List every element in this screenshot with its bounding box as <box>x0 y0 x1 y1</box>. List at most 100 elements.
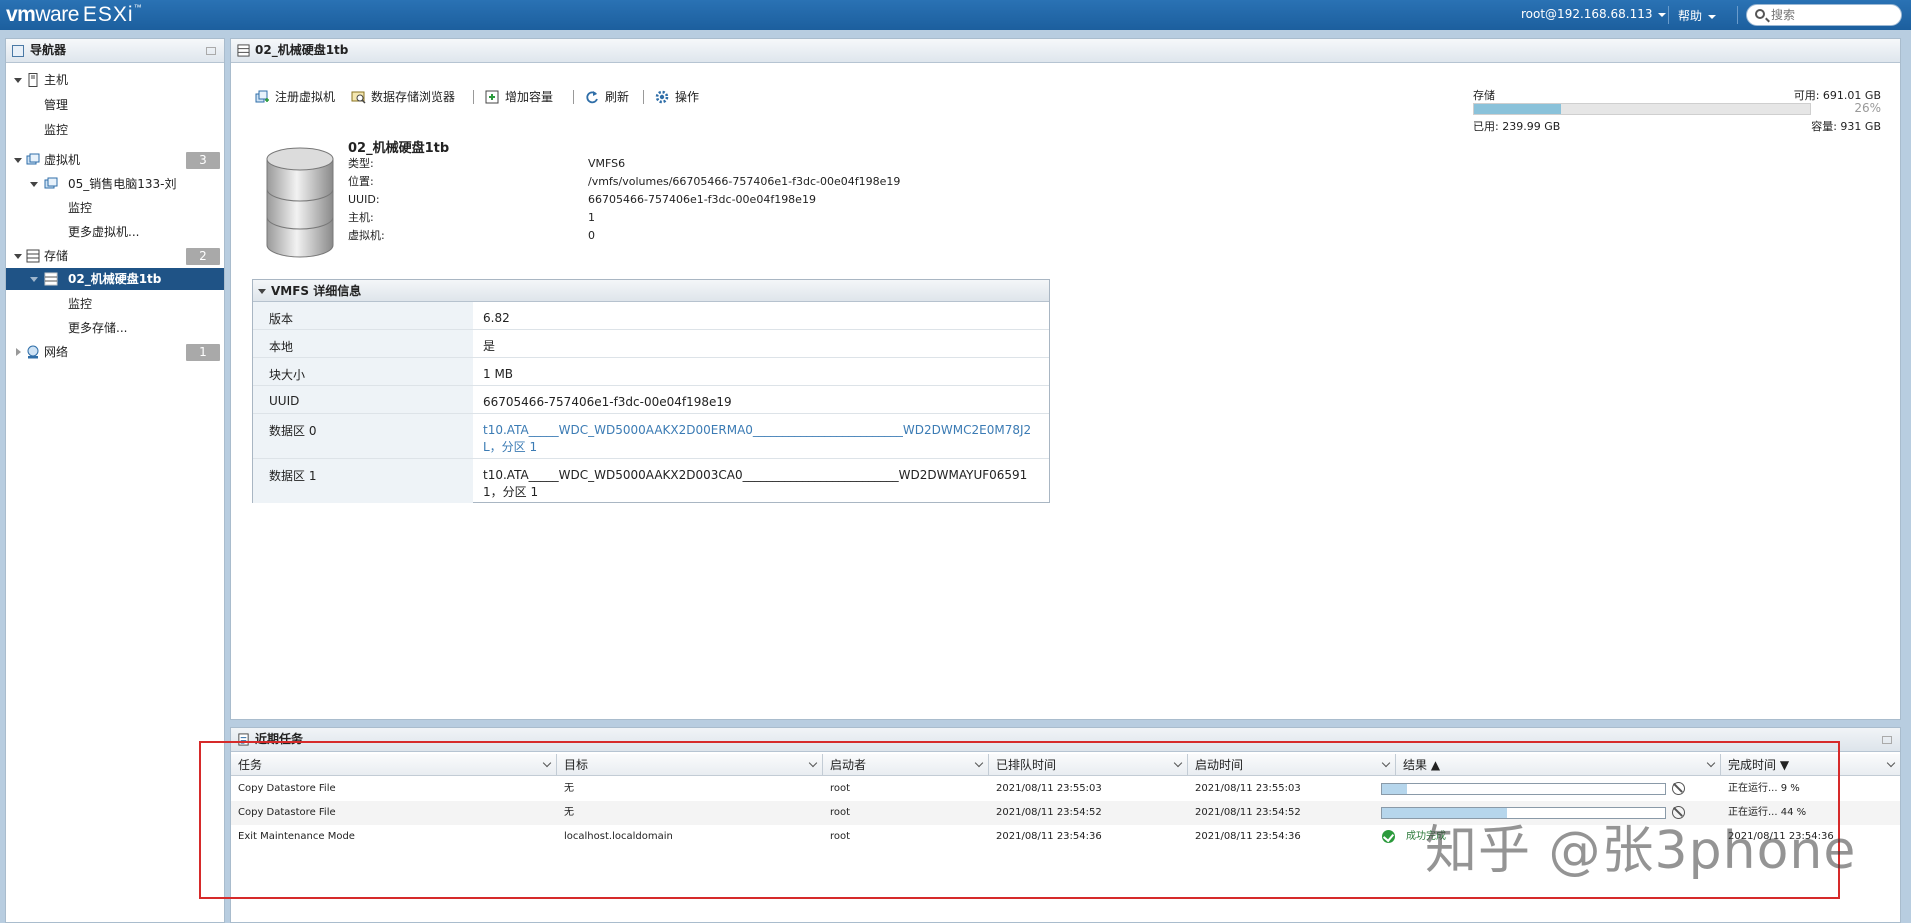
chevron-down-icon[interactable] <box>1173 758 1183 768</box>
col-completed[interactable]: 完成时间 ▼ <box>1721 754 1900 776</box>
vmfs-row-blocksize: 块大小 1 MB <box>253 358 1049 386</box>
col-queued[interactable]: 已排队时间 <box>989 754 1188 776</box>
datastore-name: 02_机械硬盘1tb <box>348 141 450 156</box>
increase-capacity-icon <box>485 90 499 104</box>
tree-storage[interactable]: 存储 2 <box>6 245 224 267</box>
tree-vm-item[interactable]: 05_销售电脑133-刘 <box>6 173 224 195</box>
vms-count-badge: 3 <box>186 152 220 169</box>
tree-storage-more[interactable]: 更多存储... <box>6 317 224 339</box>
vmfs-row-local: 本地是 <box>253 330 1049 358</box>
storage-percent: 26% <box>1854 101 1881 115</box>
uuid-value: 66705466-757406e1-f3dc-00e04f198e19 <box>588 193 816 206</box>
datastore-panel-header: 02_机械硬盘1tb <box>231 39 1900 63</box>
chevron-down-icon[interactable] <box>542 758 552 768</box>
storage-count-badge: 2 <box>186 248 220 265</box>
actions-button[interactable]: 操作 <box>655 87 699 107</box>
expand-icon[interactable] <box>16 348 21 356</box>
type-value: VMFS6 <box>588 157 626 170</box>
chevron-down-icon[interactable] <box>808 758 818 768</box>
collapse-icon[interactable] <box>30 277 38 282</box>
vmfs-row-extent1: 数据区 1 t10.ATA_____WDC_WD5000AAKX2D003CA0_… <box>253 459 1049 503</box>
minimize-icon[interactable] <box>206 47 216 55</box>
top-bar: vmware ESXi™ root@192.168.68.113 帮助 <box>0 0 1911 30</box>
collapse-icon[interactable] <box>258 289 266 294</box>
extent0-link[interactable]: t10.ATA_____WDC_WD5000AAKX2D00ERMA0_____… <box>483 414 1043 456</box>
task-progress-fill <box>1382 808 1507 818</box>
collapse-icon[interactable] <box>14 254 22 259</box>
cancel-icon[interactable] <box>1672 782 1685 795</box>
chevron-down-icon <box>1708 14 1717 19</box>
register-vm-icon <box>255 90 269 103</box>
col-started[interactable]: 启动时间 <box>1188 754 1396 776</box>
recent-tasks-title: 近期任务 <box>255 732 304 746</box>
chevron-down-icon[interactable] <box>1886 758 1896 768</box>
tree-datastore-monitor[interactable]: 监控 <box>6 293 224 315</box>
vmware-esxi-logo: vmware ESXi™ <box>6 3 142 26</box>
col-initiator[interactable]: 启动者 <box>823 754 989 776</box>
refresh-button[interactable]: 刷新 <box>585 87 629 107</box>
tree-host-manage[interactable]: 管理 <box>6 94 224 116</box>
hosts-label: 主机: <box>348 211 374 224</box>
hosts-value: 1 <box>588 211 595 224</box>
table-row[interactable]: Copy Datastore File 无 root 2021/08/11 23… <box>231 777 1900 801</box>
tasks-icon <box>238 733 249 746</box>
vmfs-details-header[interactable]: VMFS 详细信息 <box>253 280 1049 302</box>
col-target[interactable]: 目标 <box>557 754 823 776</box>
storage-bar-fill <box>1474 104 1562 114</box>
col-result[interactable]: 结果 ▲ <box>1396 754 1721 776</box>
vmfs-details: VMFS 详细信息 版本 6.82 本地是 块大小 1 MB UUID 6670546… <box>252 279 1050 503</box>
datastore-panel: 02_机械硬盘1tb 注册虚拟机 数据存储浏览器 增加容量 刷新 操作 02_机… <box>230 38 1901 720</box>
vms-value: 0 <box>588 229 595 242</box>
tree-vm-more[interactable]: 更多虚拟机... <box>6 221 224 243</box>
col-task[interactable]: 任务 <box>231 754 557 776</box>
vms-label: 虚拟机: <box>348 229 385 242</box>
collapse-icon[interactable] <box>14 158 22 163</box>
datastore-browser-button[interactable]: 数据存储浏览器 <box>351 87 455 107</box>
collapse-icon[interactable] <box>14 78 22 83</box>
storage-title: 存储 <box>1473 89 1495 102</box>
vmfs-row-version: 版本 6.82 <box>253 302 1049 330</box>
network-count-badge: 1 <box>186 344 220 361</box>
uuid-label: UUID: <box>348 193 380 206</box>
table-row[interactable]: Copy Datastore File 无 root 2021/08/11 23… <box>231 801 1900 825</box>
task-progress-fill <box>1382 784 1408 794</box>
tree-vm-monitor[interactable]: 监控 <box>6 197 224 219</box>
chevron-down-icon[interactable] <box>1706 758 1716 768</box>
search-box[interactable] <box>1746 4 1902 26</box>
collapse-icon[interactable] <box>30 182 38 187</box>
tree-vms[interactable]: 虚拟机 3 <box>6 149 224 171</box>
minimize-icon[interactable] <box>1882 736 1892 744</box>
tree-network[interactable]: 网络 1 <box>6 341 224 363</box>
storage-bar <box>1473 103 1811 115</box>
user-menu[interactable]: root@192.168.68.113 <box>1521 7 1667 21</box>
chevron-down-icon[interactable] <box>1381 758 1391 768</box>
vmfs-row-extent0: 数据区 0 t10.ATA_____WDC_WD5000AAKX2D00ERMA0… <box>253 414 1049 459</box>
cancel-icon[interactable] <box>1672 806 1685 819</box>
search-input[interactable] <box>1771 7 1897 23</box>
help-menu[interactable]: 帮助 <box>1678 7 1717 24</box>
tree-datastore-selected[interactable]: 02_机械硬盘1tb <box>6 268 224 290</box>
browser-icon <box>351 91 366 104</box>
navigator-icon <box>12 45 24 57</box>
host-icon <box>28 73 38 87</box>
type-label: 类型: <box>348 157 374 170</box>
vmfs-row-uuid: UUID 66705466-757406e1-f3dc-00e04f198e19 <box>253 386 1049 414</box>
tree-host-monitor[interactable]: 监控 <box>6 119 224 141</box>
chevron-down-icon[interactable] <box>974 758 984 768</box>
register-vm-button[interactable]: 注册虚拟机 <box>255 87 335 107</box>
storage-used: 已用: 239.99 GB <box>1473 120 1561 133</box>
location-value: /vmfs/volumes/66705466-757406e1-f3dc-00e… <box>588 175 901 188</box>
increase-capacity-button[interactable]: 增加容量 <box>485 87 553 107</box>
refresh-icon <box>586 91 598 104</box>
location-label: 位置: <box>348 175 374 188</box>
table-row[interactable]: Exit Maintenance Mode localhost.localdom… <box>231 825 1900 849</box>
vm-icon <box>44 177 58 189</box>
storage-icon <box>26 249 40 263</box>
gear-icon <box>655 90 669 104</box>
navigator-header: 导航器 <box>6 39 224 63</box>
tree-host[interactable]: 主机 <box>6 69 224 91</box>
tasks-table-header: 任务 目标 启动者 已排队时间 启动时间 结果 ▲ 完成时间 ▼ <box>231 754 1900 776</box>
success-icon <box>1382 830 1395 843</box>
datastore-large-icon <box>266 147 334 258</box>
datastore-icon <box>237 44 250 57</box>
